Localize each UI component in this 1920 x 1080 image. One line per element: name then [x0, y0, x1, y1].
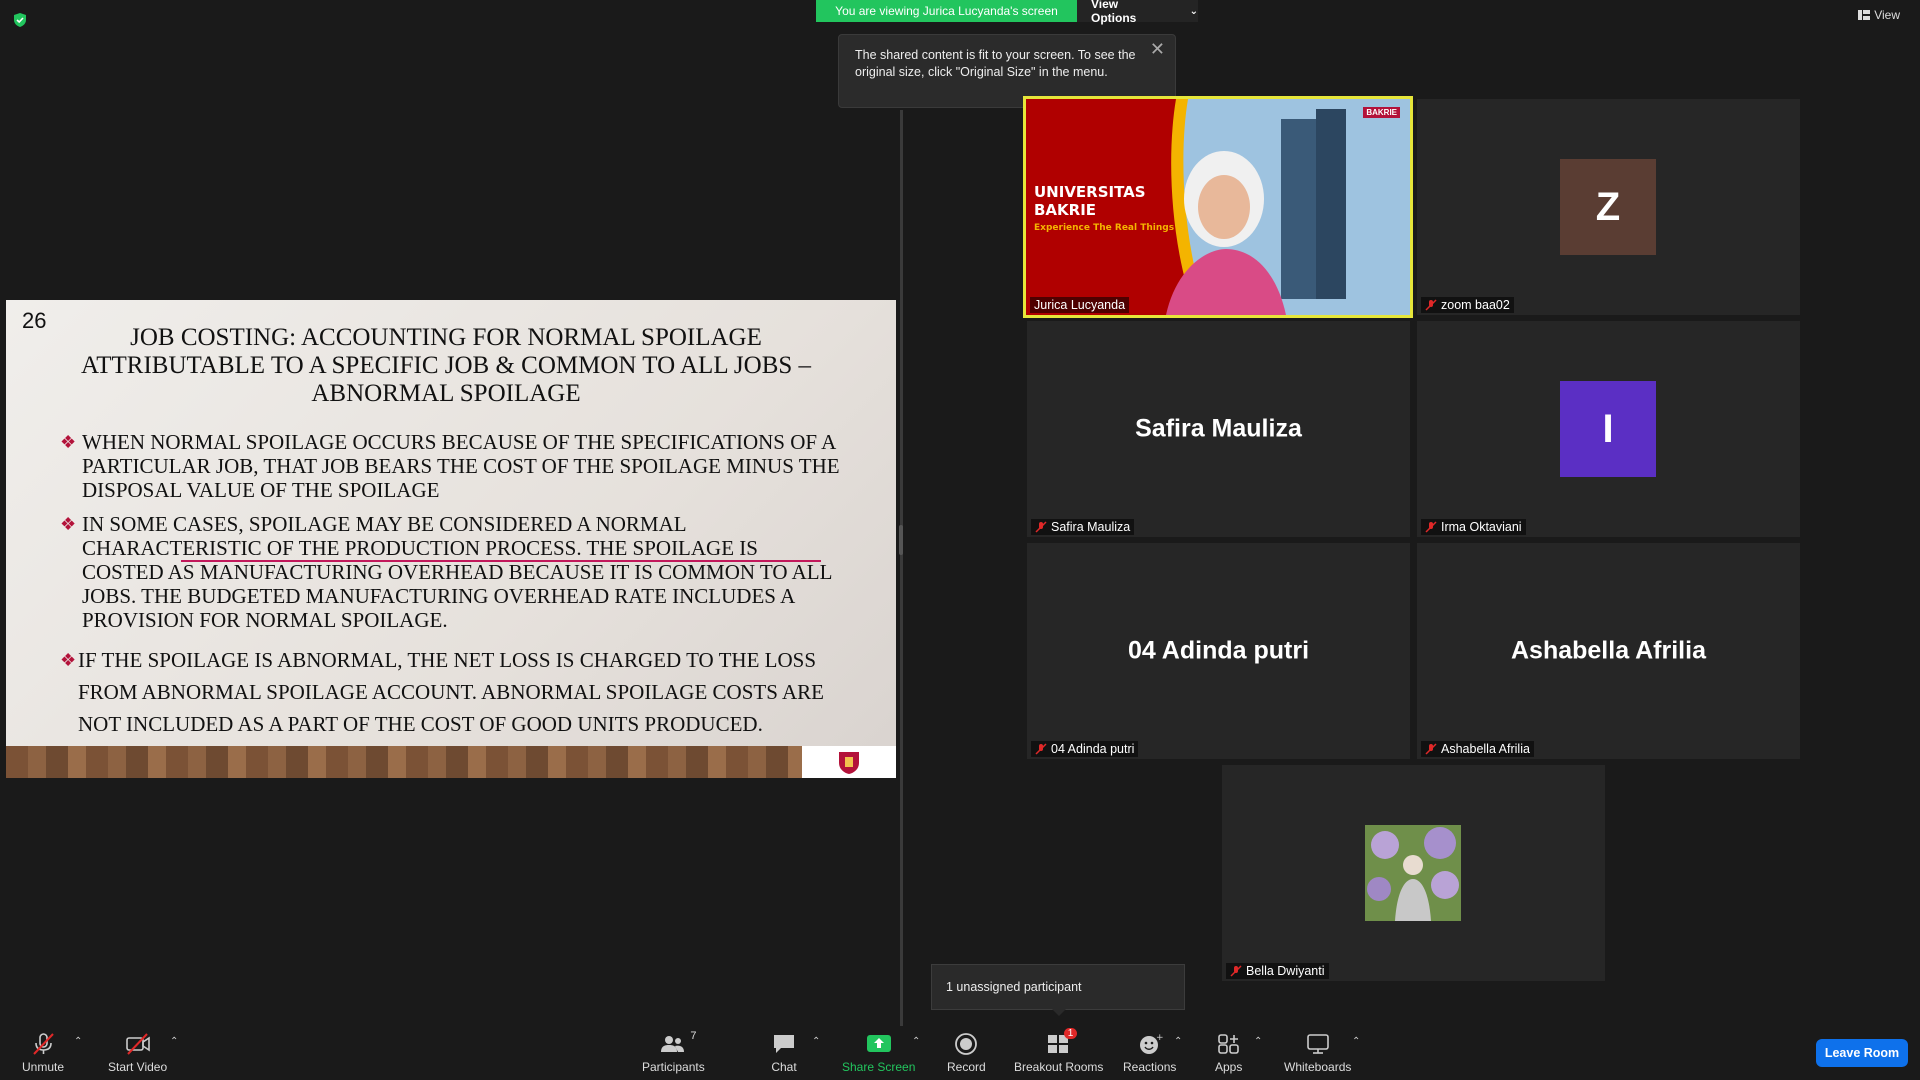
- apps-button[interactable]: Apps: [1215, 1032, 1242, 1074]
- smiley-plus-icon: +: [1139, 1033, 1163, 1054]
- participant-display-name: 04 Adinda putri: [1127, 636, 1310, 665]
- chevron-down-icon: ⌄: [1189, 5, 1198, 17]
- share-screen-label: Share Screen: [842, 1060, 916, 1074]
- university-logo: [802, 746, 896, 778]
- muted-mic-icon: [1425, 299, 1437, 311]
- participant-tile-safira[interactable]: Safira Mauliza Safira Mauliza: [1027, 321, 1410, 537]
- unassigned-participant-popup[interactable]: 1 unassigned participant: [931, 964, 1185, 1010]
- muted-mic-icon: [33, 1033, 54, 1055]
- participant-name: Safira Mauliza: [1051, 520, 1131, 534]
- participant-name: Jurica Lucyanda: [1030, 297, 1130, 313]
- breakout-rooms-button[interactable]: 1 Breakout Rooms: [1014, 1028, 1104, 1074]
- video-off-icon: [125, 1033, 150, 1055]
- whiteboards-button[interactable]: Whiteboards: [1284, 1032, 1351, 1074]
- apps-icon: [1217, 1034, 1239, 1054]
- share-screen-button[interactable]: Share Screen: [842, 1032, 915, 1074]
- profile-photo: [1365, 825, 1461, 921]
- slide-title: Job Costing: Accounting for Normal Spoil…: [80, 324, 812, 407]
- shared-slide: 26 Job Costing: Accounting for Normal Sp…: [6, 300, 896, 778]
- diamond-bullet-icon: ❖: [60, 650, 77, 670]
- popup-pointer: [1052, 1009, 1066, 1016]
- svg-text:+: +: [1156, 1033, 1163, 1043]
- diamond-bullet-icon: ❖: [60, 432, 77, 452]
- video-bg-tagline: Experience The Real Things: [1034, 223, 1175, 233]
- whiteboards-label: Whiteboards: [1284, 1060, 1352, 1074]
- participant-tile-jurica[interactable]: UNIVERSITAS BAKRIE Experience The Real T…: [1023, 96, 1413, 318]
- slide-number: 26: [22, 308, 47, 333]
- participants-count: 7: [690, 1030, 697, 1042]
- chat-button[interactable]: Chat: [771, 1032, 797, 1074]
- close-icon[interactable]: ✕: [1150, 40, 1165, 58]
- view-button[interactable]: View: [1858, 8, 1900, 22]
- avatar: I: [1560, 381, 1656, 477]
- chat-label: Chat: [771, 1060, 797, 1074]
- muted-mic-icon: [1425, 743, 1437, 755]
- video-bg-logo: BAKRIE: [1363, 107, 1400, 118]
- record-label: Record: [947, 1060, 986, 1074]
- participant-tile-irma[interactable]: I Irma Oktaviani: [1417, 321, 1800, 537]
- participant-name: Ashabella Afrilia: [1441, 742, 1530, 756]
- muted-mic-icon: [1230, 965, 1242, 977]
- chevron-up-icon[interactable]: ⌃: [1352, 1036, 1360, 1047]
- unmute-button[interactable]: Unmute: [22, 1032, 64, 1074]
- view-options-button[interactable]: View Options ⌄: [1077, 0, 1198, 25]
- muted-mic-icon: [1035, 743, 1047, 755]
- participant-name: Irma Oktaviani: [1441, 520, 1522, 534]
- participant-name: zoom baa02: [1441, 298, 1510, 312]
- chevron-up-icon[interactable]: ⌃: [74, 1036, 82, 1047]
- avatar: Z: [1560, 159, 1656, 255]
- annotation-underline: [181, 560, 821, 562]
- slide-bullet: ❖ IF THE SPOILAGE IS ABNORMAL, THE NET L…: [60, 644, 840, 740]
- record-icon: [955, 1033, 978, 1055]
- chevron-up-icon[interactable]: ⌃: [170, 1036, 178, 1047]
- participants-button[interactable]: 7 Participants: [642, 1030, 705, 1074]
- breakout-rooms-label: Breakout Rooms: [1014, 1060, 1104, 1074]
- participant-tile-ashabella[interactable]: Ashabella Afrilia Ashabella Afrilia: [1417, 543, 1800, 759]
- chevron-up-icon[interactable]: ⌃: [1174, 1036, 1182, 1047]
- muted-mic-icon: [1035, 521, 1047, 533]
- participant-display-name: Safira Mauliza: [1135, 414, 1302, 443]
- video-bg-title: UNIVERSITAS: [1034, 183, 1146, 201]
- start-video-label: Start Video: [108, 1060, 168, 1074]
- reactions-label: Reactions: [1123, 1060, 1177, 1074]
- chevron-up-icon[interactable]: ⌃: [812, 1036, 820, 1047]
- reactions-button[interactable]: + Reactions: [1123, 1032, 1176, 1074]
- share-screen-icon: [866, 1035, 891, 1052]
- participants-icon: [661, 1036, 685, 1052]
- participant-tile-zoom-baa02[interactable]: Z zoom baa02: [1417, 99, 1800, 315]
- chevron-up-icon[interactable]: ⌃: [912, 1036, 920, 1047]
- slide-bullet: ❖ IN SOME CASES, SPOILAGE MAY BE CONSIDE…: [60, 512, 832, 632]
- wood-floor-decoration: [6, 746, 802, 778]
- view-label: View: [1874, 8, 1900, 22]
- unmute-label: Unmute: [22, 1060, 65, 1074]
- record-button[interactable]: Record: [947, 1032, 986, 1074]
- video-bg-title: BAKRIE: [1034, 201, 1097, 219]
- grid-view-icon: [1858, 10, 1871, 20]
- crest-icon: [839, 752, 859, 774]
- slide-bullet: ❖ WHEN NORMAL SPOILAGE OCCURS BECAUSE OF…: [60, 430, 840, 502]
- apps-label: Apps: [1215, 1060, 1243, 1074]
- splitter-bar[interactable]: [900, 110, 903, 1026]
- muted-mic-icon: [1425, 521, 1437, 533]
- participants-label: Participants: [642, 1060, 705, 1074]
- diamond-bullet-icon: ❖: [60, 514, 77, 534]
- participant-name: Bella Dwiyanti: [1246, 964, 1325, 978]
- participant-tile-adinda[interactable]: 04 Adinda putri 04 Adinda putri: [1027, 543, 1410, 759]
- meeting-toolbar: Unmute ⌃ Start Video ⌃ 7 Participants Ch…: [0, 1026, 1920, 1080]
- breakout-badge: 1: [1063, 1028, 1078, 1039]
- chevron-up-icon[interactable]: ⌃: [1254, 1036, 1262, 1047]
- participant-tile-bella[interactable]: Bella Dwiyanti: [1222, 765, 1605, 981]
- participant-name: 04 Adinda putri: [1051, 742, 1135, 756]
- splitter-handle[interactable]: [899, 525, 903, 555]
- unassigned-text: 1 unassigned participant: [946, 980, 1082, 994]
- participant-display-name: Ashabella Afrilia: [1511, 636, 1706, 665]
- start-video-button[interactable]: Start Video: [108, 1032, 167, 1074]
- whiteboard-icon: [1306, 1034, 1329, 1054]
- leave-room-button[interactable]: Leave Room: [1816, 1039, 1908, 1067]
- view-options-label: View Options: [1091, 0, 1137, 25]
- chat-icon: [774, 1035, 794, 1053]
